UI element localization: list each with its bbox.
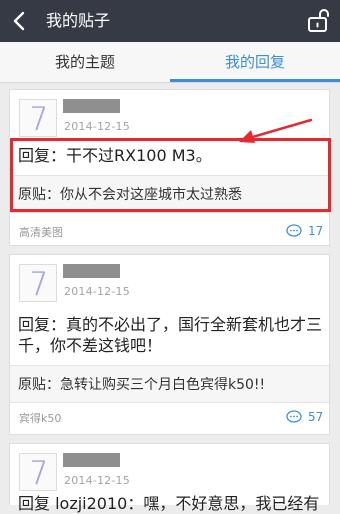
- tab-bar: 我的主题 我的回复: [0, 42, 340, 83]
- original-post-box[interactable]: 原贴：急转让购买三个月白色宾得k50!!: [10, 365, 329, 403]
- page-title: 我的贴子: [46, 11, 111, 30]
- comment-icon[interactable]: [286, 224, 302, 238]
- reply-content: 回复：干不过RX100 M3。: [18, 146, 212, 165]
- original-post-text: 原贴：急转让购买三个月白色宾得k50!!: [18, 377, 266, 393]
- original-post-box[interactable]: 原贴：你从不会对这座城市太过熟悉: [10, 175, 329, 213]
- tab-my-topics[interactable]: 我的主题: [0, 42, 170, 82]
- post-date: 2014-12-15: [64, 474, 130, 487]
- avatar: [19, 99, 57, 137]
- post-date: 2014-12-15: [64, 120, 130, 133]
- reply-card[interactable]: 2014-12-15 回复：干不过RX100 M3。 原贴：你从不会对这座城市太…: [9, 89, 330, 246]
- reply-card[interactable]: 2014-12-15 回复：真的不必出了，国行全新套机也才三千，你不差这钱吧！ …: [9, 254, 330, 435]
- comment-icon[interactable]: [286, 410, 302, 424]
- ios7-logo-icon: [32, 106, 46, 131]
- reply-content: 回复：真的不必出了，国行全新套机也才三千，你不差这钱吧！: [18, 315, 323, 355]
- reply-card[interactable]: 2014-12-15 回复 lozji2010：嘿，不好意思，我已经有: [9, 443, 330, 513]
- ios7-logo-icon: [32, 460, 46, 485]
- avatar: [19, 264, 57, 302]
- title-bar: 我的贴子: [0, 0, 340, 42]
- ios7-logo-icon: [32, 271, 46, 296]
- forum-source[interactable]: 宾得k50: [19, 410, 61, 426]
- avatar: [19, 453, 57, 491]
- tab-my-replies[interactable]: 我的回复: [170, 42, 340, 82]
- username-redacted: [63, 99, 120, 113]
- reply-content: 回复 lozji2010：嘿，不好意思，我已经有: [18, 494, 320, 513]
- original-post-text: 原贴：你从不会对这座城市太过熟悉: [18, 187, 242, 203]
- comment-count: 57: [308, 410, 324, 424]
- lock-icon[interactable]: [306, 8, 330, 34]
- back-arrow-icon[interactable]: [10, 10, 30, 32]
- username-redacted: [63, 453, 120, 467]
- username-redacted: [63, 264, 120, 278]
- active-tab-indicator: [170, 79, 340, 82]
- post-date: 2014-12-15: [64, 285, 130, 298]
- comment-count: 17: [308, 224, 324, 238]
- forum-source[interactable]: 高清美图: [19, 224, 63, 240]
